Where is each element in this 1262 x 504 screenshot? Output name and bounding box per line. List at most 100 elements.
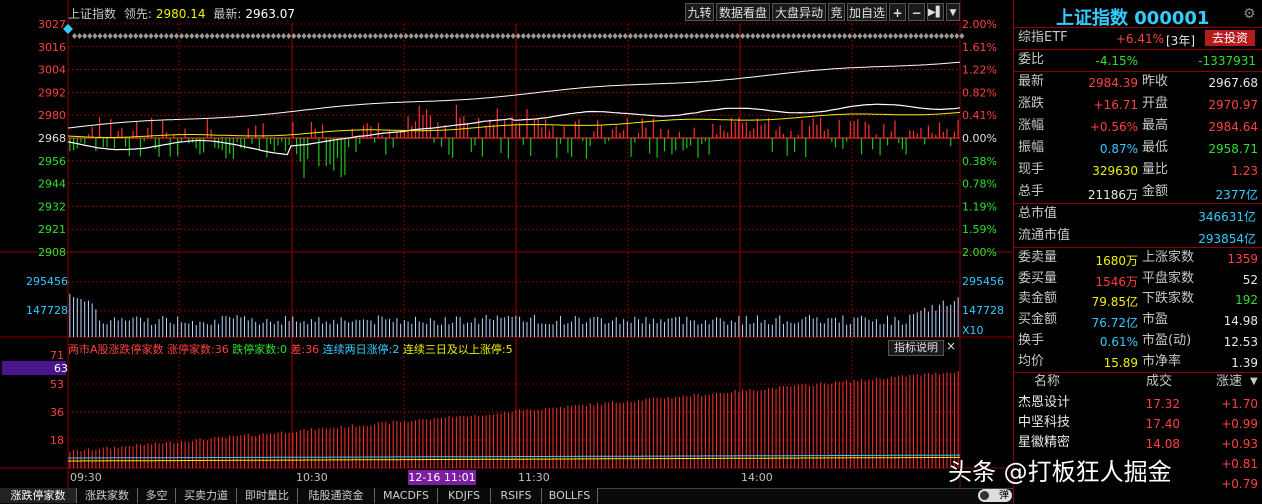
tab-rise-fall[interactable]: 涨跌家数 [77,488,138,503]
event-marker [209,33,215,39]
time-label-1130: 11:30 [518,471,550,484]
event-marker [316,33,322,39]
col-name[interactable]: 名称 [1034,372,1060,392]
tab-long-short[interactable]: 多空 [138,488,176,503]
invest-button[interactable]: 去投资 [1205,30,1255,46]
event-marker [862,33,868,39]
quote-row-label-left: 振幅 [1018,140,1045,155]
event-marker [490,33,496,39]
minus-icon[interactable]: − [908,3,925,21]
event-marker [439,33,445,39]
quote-row-value-left: 0.87% [1099,142,1138,156]
event-marker [260,33,266,39]
indicator-info-button[interactable]: 指标说明 [888,340,944,356]
tab-northbound[interactable]: 陆股通资金 [298,488,375,503]
event-marker [546,33,552,39]
popup-toggle[interactable]: 弹 [978,489,1012,502]
etf-period: [3年] [1166,34,1195,48]
stat-row-value-left: 0.61% [1099,334,1138,349]
tab-bollfs[interactable]: BOLLFS [542,488,598,503]
event-marker [582,33,587,39]
event-marker [694,33,700,39]
event-marker [194,33,200,39]
event-marker [729,33,735,39]
quote-row-label-left: 总手 [1018,184,1045,199]
rank-row-name[interactable]: 中坚科技 [1018,413,1070,433]
sub-tick-left: 71 [50,349,64,362]
event-marker [709,33,715,39]
event-marker [740,33,746,39]
rank-row-speed: +1.70 [1221,397,1258,411]
stat-row-value-left: 76.72亿 [1091,316,1138,331]
plus-icon[interactable]: + [889,3,906,21]
event-marker [689,33,695,39]
event-marker [903,33,909,39]
intraday-chart[interactable]: 3027 2.00% 3016 1.61% 3004 1.22% 2992 0.82% 2980… [0,0,1013,488]
jiuzhuan-button[interactable]: 九转 [685,3,714,21]
event-marker [745,33,751,39]
event-marker [638,33,644,39]
event-marker [602,33,608,39]
event-marker [235,33,241,39]
three-day-label: 连续三日及以上涨停: [402,343,506,356]
tab-limit-count[interactable]: 涨跌停家数 [0,488,77,503]
event-marker [760,33,766,39]
event-marker [148,33,154,39]
event-marker [184,33,190,39]
data-watch-button[interactable]: 数据看盘 [716,3,770,21]
event-marker [230,33,236,39]
stat-row-label-left: 卖金额 [1018,291,1058,307]
time-label-1030: 10:30 [296,471,328,484]
bid-button[interactable]: 竞 [828,3,845,21]
ratio-label: 委比 [1018,52,1045,67]
tab-buy-sell-power[interactable]: 买卖力道 [176,488,237,503]
event-marker [204,33,210,39]
chart-area[interactable]: 3027 2.00% 3016 1.61% 3004 1.22% 2992 0.82% 2980… [0,0,1013,488]
event-marker [510,33,516,39]
event-marker [847,33,853,39]
float-mcap-label: 流通市值 [1018,228,1071,243]
close-icon[interactable]: × [946,339,956,353]
time-label-1400: 14:00 [741,471,773,484]
event-marker [245,33,251,39]
event-marker [128,33,134,39]
event-marker [673,33,679,39]
event-marker [531,33,536,39]
three-day-value: 5 [505,343,513,356]
market-alert-button[interactable]: 大盘异动 [772,3,826,21]
event-marker [352,33,358,39]
price-tick-left: 2980 [38,109,66,122]
add-watchlist-button[interactable]: 加自选 [847,3,887,21]
dropdown-icon[interactable]: ▼ [946,3,960,21]
sub-cursor-value: 63 [54,362,68,375]
volume-tick-left: 147728 [26,304,68,317]
tab-macdfs[interactable]: MACDFS [375,488,438,503]
pct-tick-right: 1.19% [962,200,997,213]
sort-down-icon[interactable]: ▼ [1250,376,1258,387]
rank-row-price: 17.40 [1145,417,1180,431]
gear-icon[interactable]: ⚙ [1243,6,1256,22]
tab-volume-ratio[interactable]: 即时量比 [237,488,298,503]
event-marker [117,33,123,39]
event-marker [454,33,460,39]
event-marker [332,33,338,39]
quote-row-label-right: 开盘 [1142,96,1169,111]
event-marker [811,33,817,39]
stat-row-label-right: 市盈 [1142,312,1169,328]
tab-kdjfs[interactable]: KDJFS [438,488,491,503]
col-price[interactable]: 成交 [1146,372,1172,392]
rank-row-name[interactable]: 杰恩设计 [1018,393,1070,413]
play-icon[interactable]: ▶▌ [927,3,944,21]
event-marker [495,33,501,39]
quote-row-value-right: 2970.97 [1208,98,1258,112]
tab-rsifs[interactable]: RSIFS [491,488,542,503]
event-marker [520,33,526,39]
event-marker [556,33,562,39]
price-tick-left: 2932 [38,200,66,213]
quote-row-value-right: 1.23 [1231,164,1258,178]
col-speed[interactable]: 涨速 [1216,372,1242,392]
rank-row-name[interactable]: 星徽精密 [1018,433,1070,453]
upper-line [67,61,961,129]
event-marker [780,33,786,39]
event-marker [143,33,149,39]
